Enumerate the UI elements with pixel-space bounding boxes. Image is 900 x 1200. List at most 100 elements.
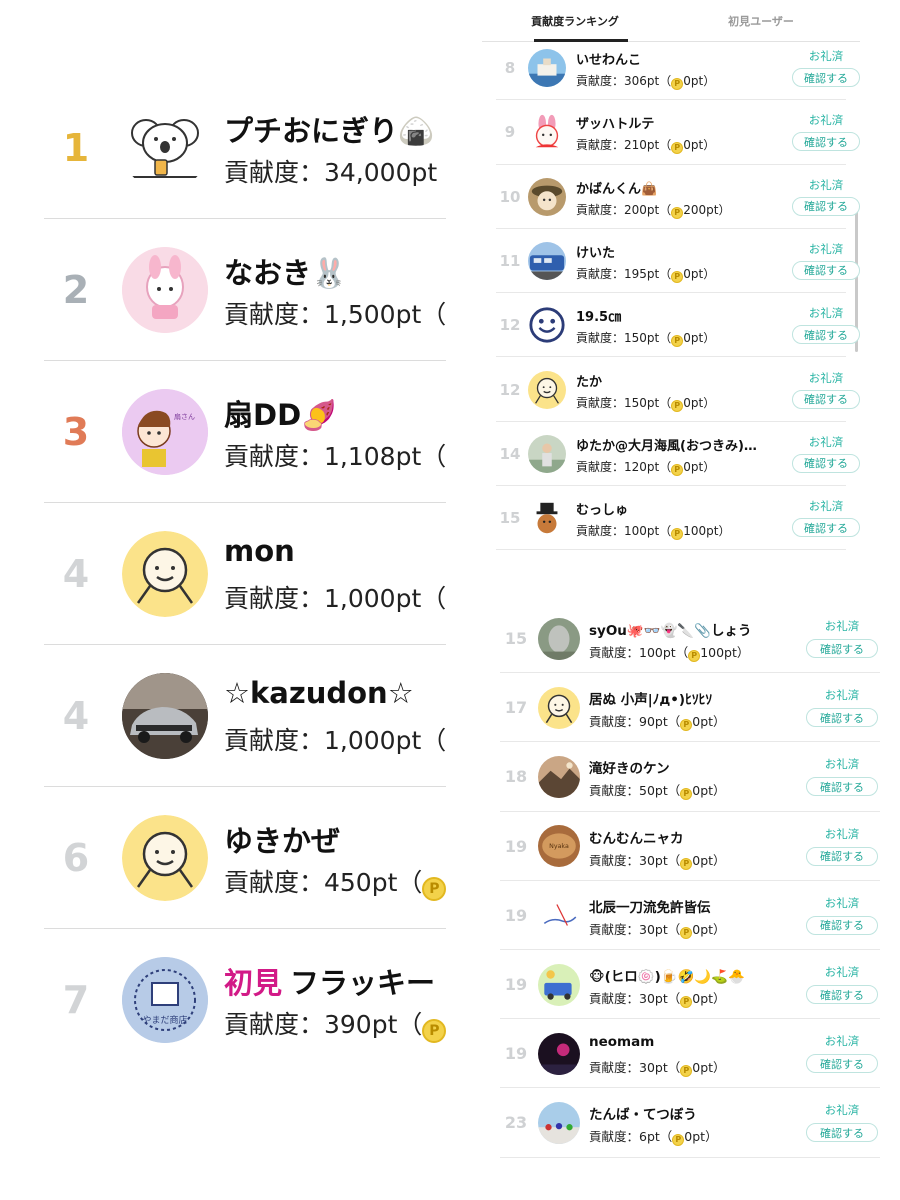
- ranking-row[interactable]: 4 ☆kazudon☆ 貢献度：1,000pt（: [44, 645, 446, 787]
- avatar[interactable]: [528, 499, 566, 538]
- ranking-row[interactable]: 8 いせわんこ 貢献度：306pt（ P 0pt） お礼済 確認する: [496, 36, 860, 101]
- coin-icon: P: [680, 857, 693, 870]
- avatar[interactable]: [122, 531, 208, 617]
- confirm-button[interactable]: 確認する: [806, 846, 878, 866]
- score-text: 貢献度：30pt（: [589, 921, 681, 937]
- avatar[interactable]: [528, 434, 566, 473]
- svg-text:扇さん: 扇さん: [174, 412, 195, 421]
- rank-number: 19: [504, 836, 528, 856]
- rank-number: 17: [504, 698, 528, 718]
- avatar[interactable]: [122, 815, 208, 901]
- confirm-button[interactable]: 確認する: [806, 915, 878, 935]
- score-suffix: ）: [713, 783, 726, 799]
- default-face-icon: [122, 531, 208, 617]
- confirm-button[interactable]: 確認する: [792, 132, 860, 152]
- ranking-row[interactable]: 19 Nyaka むんむんニャカ 貢献度：30pt（ P 0pt） お礼済 確認する: [500, 812, 880, 881]
- user-name: 初見 フラッキー: [224, 960, 435, 1002]
- confirm-button[interactable]: 確認する: [806, 708, 878, 728]
- confirm-button[interactable]: 確認する: [792, 325, 860, 345]
- avatar[interactable]: [538, 894, 580, 937]
- avatar[interactable]: [122, 105, 208, 191]
- ranking-row[interactable]: 15 むっしゅ 貢献度：100pt（ P 100pt） お礼済 確認する: [496, 486, 860, 551]
- ranking-row[interactable]: 4 mon 貢献度：1,000pt（: [44, 503, 446, 645]
- ranking-row[interactable]: 6 ゆきかぜ 貢献度：450pt（ P: [44, 787, 446, 929]
- ranking-row[interactable]: 19 🐵(ヒロ🍥)🍺🤣🌙⛳🐣 貢献度：30pt（ P 0pt） お礼済 確認する: [500, 950, 880, 1020]
- ranking-row[interactable]: 12 たか 貢献度：150pt（ P 0pt） お礼済 確認する: [496, 358, 860, 423]
- ranking-row[interactable]: 11 けいた 貢献度：195pt（ P 0pt） お礼済 確認する: [496, 229, 860, 294]
- contribution-score: 貢献度：30pt（ P 0pt）: [589, 1057, 726, 1078]
- avatar[interactable]: [528, 177, 566, 216]
- avatar[interactable]: [528, 242, 566, 281]
- contribution-score: 貢献度：390pt（ P: [224, 1005, 446, 1043]
- avatar[interactable]: [538, 963, 580, 1006]
- landscape-icon: [538, 755, 580, 798]
- avatar[interactable]: [538, 1032, 580, 1075]
- avatar[interactable]: [528, 49, 566, 88]
- score-text: 貢献度：210pt（: [576, 138, 672, 153]
- score-suffix: ）: [703, 138, 716, 153]
- ranking-row[interactable]: 7 やまだ商店 初見 フラッキー 貢献度：390pt（ P: [44, 929, 446, 1071]
- ranking-row[interactable]: 15 syOu🐙👓👻🔪📎しょう 貢献度：100pt（ P 100pt） お礼済 確認する: [500, 604, 880, 674]
- avatar[interactable]: [528, 306, 566, 345]
- night-icon: [538, 1032, 580, 1075]
- confirm-button[interactable]: 確認する: [792, 453, 860, 473]
- crowd-icon: [538, 1101, 580, 1144]
- illustration-icon: 扇さん: [122, 389, 208, 475]
- score-text: 貢献度：30pt（: [589, 852, 681, 868]
- train-icon: [528, 242, 566, 281]
- ranking-row[interactable]: 10 かばんくん👜 貢献度：200pt（ P 200pt） お礼済 確認する: [496, 165, 860, 230]
- confirm-button[interactable]: 確認する: [806, 1054, 878, 1074]
- ranking-row[interactable]: 9 ザッハトルテ 貢献度：210pt（ P 0pt） お礼済 確認する: [496, 100, 860, 165]
- avatar[interactable]: [528, 370, 566, 409]
- avatar[interactable]: [538, 755, 580, 798]
- coin-icon: P: [422, 1019, 446, 1043]
- avatar[interactable]: [528, 113, 566, 152]
- coin-value: 0pt: [684, 1129, 706, 1145]
- confirm-button[interactable]: 確認する: [792, 260, 860, 280]
- ranking-row[interactable]: 14 ゆたか@大月海風(おつきみ)… 貢献度：120pt（ P 0pt） お礼済 確認する: [496, 422, 860, 487]
- avatar[interactable]: [122, 673, 208, 759]
- avatar[interactable]: [538, 686, 580, 729]
- score-suffix: ）: [718, 524, 731, 539]
- contribution-score: 貢献度：210pt（ P 0pt）: [576, 136, 716, 155]
- user-name: ゆきかぜ: [224, 824, 341, 858]
- avatar[interactable]: やまだ商店: [122, 957, 208, 1043]
- contribution-score: 貢献度：195pt（ P 0pt）: [576, 265, 715, 283]
- shop-stamp-icon: やまだ商店: [122, 957, 208, 1043]
- confirm-button[interactable]: 確認する: [792, 68, 860, 87]
- ranking-row[interactable]: 17 居ぬ 小声|ﾉд•)ﾋｿﾋｿ 貢献度：90pt（ P 0pt） お礼済 確認する: [500, 673, 880, 743]
- score-text: 貢献度：150pt（: [576, 395, 672, 410]
- ranking-row[interactable]: 1 プチおにぎり🍙 貢献度：34,000pt: [44, 77, 446, 219]
- confirm-button[interactable]: 確認する: [806, 639, 878, 658]
- rank-number: 19: [504, 975, 528, 995]
- confirm-button[interactable]: 確認する: [792, 389, 860, 409]
- ranking-row[interactable]: 18 滝好きのケン 貢献度：50pt（ P 0pt） お礼済 確認する: [500, 742, 880, 812]
- confirm-button[interactable]: 確認する: [792, 518, 860, 538]
- score-suffix: ）: [713, 714, 726, 730]
- thanks-status: お礼済: [808, 241, 844, 256]
- avatar[interactable]: [122, 247, 208, 333]
- confirm-button[interactable]: 確認する: [806, 777, 878, 797]
- ranking-row[interactable]: 19 北辰一刀流免許皆伝 貢献度：30pt（ P 0pt） お礼済 確認する: [500, 881, 880, 951]
- avatar[interactable]: [538, 1101, 580, 1144]
- score-suffix: ）: [703, 331, 716, 346]
- confirm-button[interactable]: 確認する: [806, 1123, 878, 1143]
- score-suffix: ）: [713, 852, 726, 868]
- avatar[interactable]: [538, 617, 580, 660]
- avatar[interactable]: 扇さん: [122, 389, 208, 475]
- confirm-button[interactable]: 確認する: [792, 196, 860, 216]
- ranking-row[interactable]: 12 19.5㎝ 貢献度：150pt（ P 0pt） お礼済 確認する: [496, 293, 860, 358]
- contribution-score-text: 貢献度：450pt（: [224, 868, 423, 897]
- thanks-status: お礼済: [824, 1103, 860, 1118]
- ranking-row[interactable]: 19 neomam 貢献度：30pt（ P 0pt） お礼済 確認する: [500, 1019, 880, 1089]
- contribution-score: 貢献度：150pt（ P 0pt）: [576, 394, 715, 412]
- coin-icon: P: [671, 399, 684, 412]
- ranking-row[interactable]: 2 なおき🐰 貢献度：1,500pt（: [44, 219, 446, 361]
- thanks-status: お礼済: [824, 1034, 860, 1049]
- ranking-row[interactable]: 3 扇さん 扇DD🍠 貢献度：1,108pt（: [44, 361, 446, 503]
- contribution-score: 貢献度：1,000pt（: [224, 726, 446, 755]
- melody-icon: [122, 247, 208, 333]
- ranking-row[interactable]: 23 たんば・てつぼう 貢献度：6pt（ P 0pt） お礼済 確認する: [500, 1088, 880, 1158]
- confirm-button[interactable]: 確認する: [806, 985, 878, 1004]
- avatar[interactable]: Nyaka: [538, 825, 580, 868]
